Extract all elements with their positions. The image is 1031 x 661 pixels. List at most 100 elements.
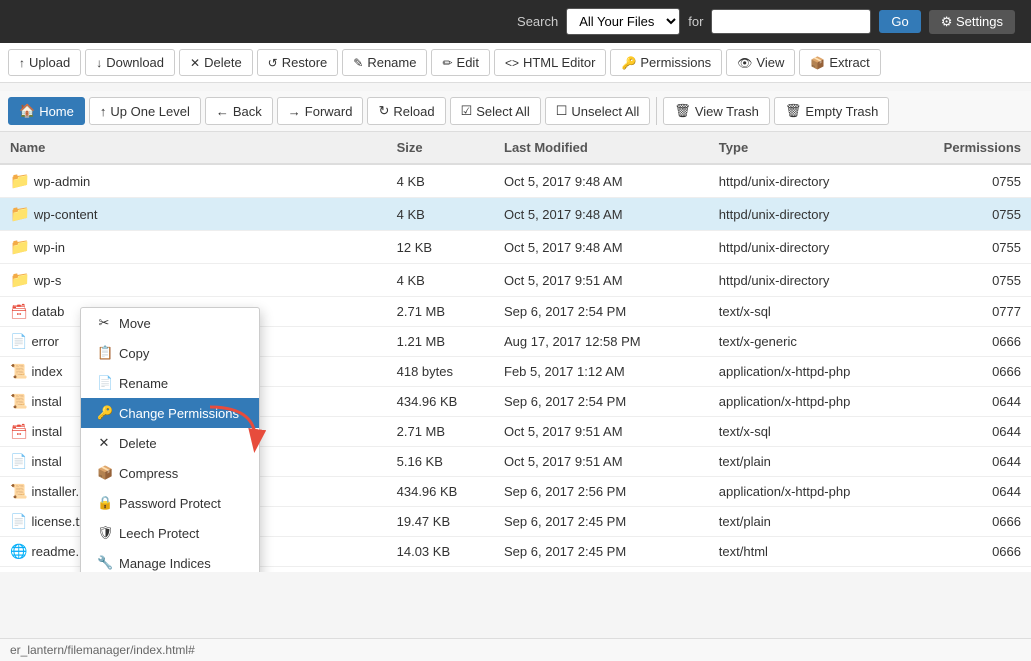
restore-button[interactable]: ↺ Restore bbox=[257, 49, 339, 76]
up-one-level-button[interactable]: ↑ Up One Level bbox=[89, 97, 201, 125]
file-modified: Sep 6, 2017 2:45 PM bbox=[494, 507, 709, 537]
file-type-icon: 🗃 bbox=[10, 303, 28, 320]
col-type[interactable]: Type bbox=[709, 132, 924, 164]
context-menu-item-rename[interactable]: 📄Rename bbox=[81, 368, 259, 398]
file-size: 434.96 KB bbox=[387, 477, 494, 507]
rename-icon: 📄 bbox=[97, 375, 111, 391]
file-permissions: 0777 bbox=[924, 297, 1031, 327]
empty-trash-icon: 🗑 bbox=[785, 103, 802, 119]
context-menu-item-password-protect[interactable]: 🔒Password Protect bbox=[81, 488, 259, 518]
col-permissions[interactable]: Permissions bbox=[924, 132, 1031, 164]
upload-button[interactable]: ↑ Upload bbox=[8, 49, 81, 76]
search-input[interactable] bbox=[711, 9, 871, 34]
table-row[interactable]: 📁 wp-admin 4 KB Oct 5, 2017 9:48 AM http… bbox=[0, 164, 1031, 198]
download-button[interactable]: ↓ Download bbox=[85, 49, 175, 76]
search-label: Search bbox=[517, 14, 558, 29]
view-trash-button[interactable]: 🗑 View Trash bbox=[663, 97, 770, 125]
file-type: text/html bbox=[709, 537, 924, 567]
context-menu-item-leech-protect[interactable]: 🛡Leech Protect bbox=[81, 518, 259, 548]
file-permissions: 0666 bbox=[924, 537, 1031, 567]
view-icon: 👁 bbox=[737, 56, 752, 70]
table-row[interactable]: 📁 wp-s 4 KB Oct 5, 2017 9:51 AM httpd/un… bbox=[0, 264, 1031, 297]
restore-icon: ↺ bbox=[268, 56, 278, 70]
context-menu-item-change-permissions[interactable]: 🔑Change Permissions bbox=[81, 398, 259, 428]
reload-button[interactable]: ↻ Reload bbox=[367, 97, 445, 125]
delete-button[interactable]: ✕ Delete bbox=[179, 49, 253, 76]
file-permissions: 0666 bbox=[924, 507, 1031, 537]
view-button[interactable]: 👁 View bbox=[726, 49, 795, 76]
file-type-icon: 📁 bbox=[10, 171, 30, 191]
file-permissions: 0666 bbox=[924, 327, 1031, 357]
forward-button[interactable]: → Forward bbox=[277, 97, 364, 125]
file-name[interactable]: 📁 wp-s bbox=[0, 264, 387, 296]
html-editor-icon: <> bbox=[505, 56, 519, 70]
file-permissions: 0666 bbox=[924, 357, 1031, 387]
search-scope-select[interactable]: All Your Files bbox=[566, 8, 680, 35]
up-icon: ↑ bbox=[100, 104, 107, 119]
file-type: text/x-generic bbox=[709, 567, 924, 573]
select-all-button[interactable]: ☑ Select All bbox=[450, 97, 541, 125]
file-name[interactable]: 📁 wp-in bbox=[0, 231, 387, 263]
status-text: er_lantern/filemanager/index.html# bbox=[10, 643, 195, 657]
trash-icon: 🗑 bbox=[674, 103, 691, 119]
download-icon: ↓ bbox=[96, 56, 102, 70]
file-size: 1.21 MB bbox=[387, 327, 494, 357]
file-size: 5.16 KB bbox=[387, 447, 494, 477]
file-name[interactable]: 📁 wp-admin bbox=[0, 165, 387, 197]
file-type: text/plain bbox=[709, 507, 924, 537]
col-name[interactable]: Name bbox=[0, 132, 387, 164]
top-bar: Search All Your Files for Go ⚙ Settings bbox=[0, 0, 1031, 43]
file-modified: Sep 6, 2017 2:54 PM bbox=[494, 297, 709, 327]
context-menu-item-copy[interactable]: 📋Copy bbox=[81, 338, 259, 368]
unselect-all-icon: ☐ bbox=[556, 103, 568, 119]
file-modified: Oct 5, 2017 9:48 AM bbox=[494, 231, 709, 264]
file-type-icon: 📜 bbox=[10, 363, 27, 380]
home-button[interactable]: 🏠 Home bbox=[8, 97, 85, 125]
file-type-icon: 📄 bbox=[10, 333, 27, 350]
file-permissions: 0755 bbox=[924, 198, 1031, 231]
file-name[interactable]: 📁 wp-content bbox=[0, 198, 387, 230]
home-icon: 🏠 bbox=[19, 103, 35, 119]
file-type-icon: 📄 bbox=[10, 513, 27, 530]
compress-icon: 📦 bbox=[97, 465, 111, 481]
file-permissions: 0755 bbox=[924, 164, 1031, 198]
file-type: application/x-httpd-php bbox=[709, 387, 924, 417]
table-row[interactable]: 📁 wp-content 4 KB Oct 5, 2017 9:48 AM ht… bbox=[0, 198, 1031, 231]
unselect-all-button[interactable]: ☐ Unselect All bbox=[545, 97, 651, 125]
file-size: 12 KB bbox=[387, 231, 494, 264]
context-menu-item-delete[interactable]: ✕Delete bbox=[81, 428, 259, 458]
table-row[interactable]: 📁 wp-in 12 KB Oct 5, 2017 9:48 AM httpd/… bbox=[0, 231, 1031, 264]
context-menu: ✂Move📋Copy📄Rename🔑Change Permissions✕Del… bbox=[80, 307, 260, 572]
go-button[interactable]: Go bbox=[879, 10, 920, 33]
extract-icon: 📦 bbox=[810, 56, 825, 70]
leech-protect-icon: 🛡 bbox=[97, 525, 111, 541]
copy-icon: 📋 bbox=[97, 345, 111, 361]
delete-icon: ✕ bbox=[190, 56, 200, 70]
file-size: 19.47 KB bbox=[387, 507, 494, 537]
toolbar: ↑ Upload ↓ Download ✕ Delete ↺ Restore ✎… bbox=[0, 43, 1031, 83]
edit-button[interactable]: ✏ Edit bbox=[431, 49, 489, 76]
context-menu-item-compress[interactable]: 📦Compress bbox=[81, 458, 259, 488]
file-modified: Sep 6, 2017 2:56 PM bbox=[494, 477, 709, 507]
extract-button[interactable]: 📦 Extract bbox=[799, 49, 880, 76]
file-size: 2.71 MB bbox=[387, 417, 494, 447]
rename-button[interactable]: ✎ Rename bbox=[342, 49, 427, 76]
context-menu-item-move[interactable]: ✂Move bbox=[81, 308, 259, 338]
html-editor-button[interactable]: <> HTML Editor bbox=[494, 49, 607, 76]
file-type: httpd/unix-directory bbox=[709, 198, 924, 231]
file-type: text/x-generic bbox=[709, 327, 924, 357]
col-size[interactable]: Size bbox=[387, 132, 494, 164]
permissions-button[interactable]: 🔑 Permissions bbox=[610, 49, 722, 76]
for-label: for bbox=[688, 14, 703, 29]
file-size: 4 KB bbox=[387, 264, 494, 297]
forward-icon: → bbox=[288, 104, 301, 119]
file-type: application/x-httpd-php bbox=[709, 357, 924, 387]
move-icon: ✂ bbox=[97, 315, 111, 331]
settings-button[interactable]: ⚙ Settings bbox=[929, 10, 1015, 34]
file-type: text/x-sql bbox=[709, 417, 924, 447]
context-menu-item-manage-indices[interactable]: 🔧Manage Indices bbox=[81, 548, 259, 572]
back-button[interactable]: ← Back bbox=[205, 97, 273, 125]
file-type-icon: 📁 bbox=[10, 270, 30, 290]
col-modified[interactable]: Last Modified bbox=[494, 132, 709, 164]
empty-trash-button[interactable]: 🗑 Empty Trash bbox=[774, 97, 889, 125]
